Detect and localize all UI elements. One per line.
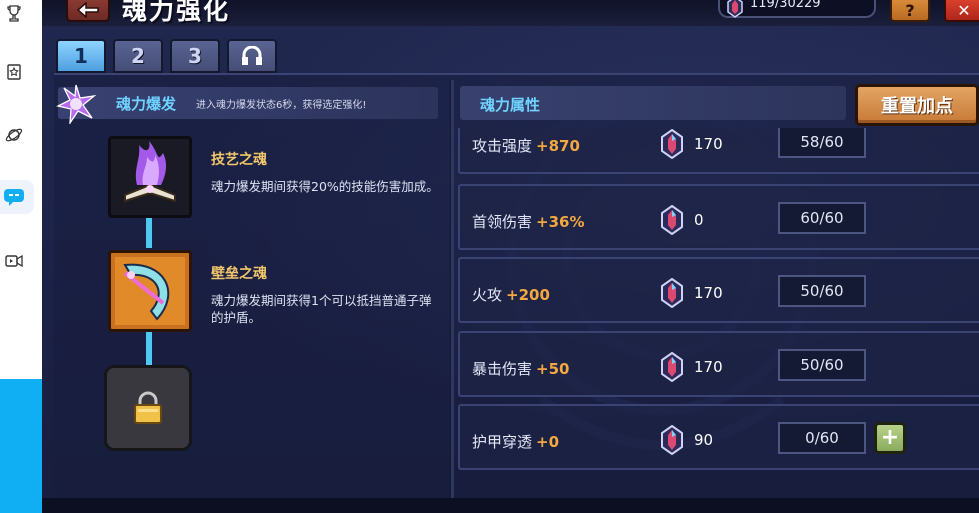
soul-burst-title: 魂力爆发 — [116, 95, 177, 113]
attribute-bonus: +36% — [536, 213, 585, 231]
tab-label: 3 — [188, 44, 202, 68]
attribute-label: 火攻 — [472, 286, 503, 304]
close-icon: ✕ — [957, 0, 971, 20]
tab-2[interactable]: 2 — [113, 39, 163, 73]
crystal-count: 119/30229 — [750, 0, 821, 11]
attribute-row: 暴击伤害 +50 170 50/60 — [458, 331, 979, 397]
attribute-row: 护甲穿透 +0 90 0/60 + — [458, 404, 979, 470]
panel-divider — [450, 80, 454, 500]
soul-crystal-icon — [661, 205, 683, 235]
soul-crystal-icon — [661, 425, 683, 455]
soul-crystal-icon — [661, 278, 683, 308]
attribute-row: 攻击强度 +870 170 58/60 — [458, 128, 979, 174]
video-icon[interactable] — [0, 247, 28, 275]
attribute-label: 暴击伤害 — [472, 360, 533, 378]
attribute-bonus: +50 — [536, 360, 570, 378]
close-button[interactable]: ✕ — [944, 0, 979, 22]
attribute-row: 火攻 +200 170 50/60 — [458, 257, 979, 323]
attribute-level: 58/60 — [778, 128, 866, 158]
game-stage: 魂力强化 119/30229 ? ✕ 1 2 3 魂力爆发 进入魂力爆发状态6秒… — [42, 0, 979, 513]
back-arrow-icon — [77, 2, 99, 18]
soul-burst-description: 进入魂力爆发状态6秒，获得选定强化! — [196, 100, 367, 111]
attribute-cost: 170 — [694, 358, 723, 376]
screen-title: 魂力强化 — [122, 0, 231, 25]
side-rail — [0, 0, 42, 513]
attribute-label: 首领伤害 — [472, 213, 533, 231]
attribute-row: 首领伤害 +36% 0 60/60 — [458, 184, 979, 250]
shield-arc-icon — [115, 257, 185, 325]
back-button[interactable] — [66, 0, 110, 22]
help-icon: ? — [905, 0, 915, 20]
skill-name-bulwark: 壁垒之魂 — [211, 266, 267, 282]
attributes-list: 攻击强度 +870 170 58/60 首领伤害 +36% 0 60/60 火攻 +200 170 5… — [458, 128, 979, 494]
attribute-name: 首领伤害 +36% — [472, 211, 585, 232]
bottom-strip — [42, 498, 979, 513]
help-button[interactable]: ? — [890, 0, 930, 22]
skill-node-locked[interactable] — [104, 365, 192, 451]
skill-desc-bulwark: 魂力爆发期间获得1个可以抵挡普通子弹的护盾。 — [211, 293, 432, 325]
soul-crystal-icon — [661, 129, 683, 159]
tree-connector — [146, 218, 152, 248]
tab-label: 2 — [131, 44, 145, 68]
skill-node-bulwark[interactable] — [108, 250, 192, 332]
attributes-title: 魂力属性 — [480, 96, 541, 114]
soul-crystal-icon — [727, 0, 743, 18]
attribute-cost: 90 — [694, 431, 714, 449]
attribute-cost: 170 — [694, 135, 723, 153]
attribute-name: 火攻 +200 — [472, 284, 550, 305]
attribute-bonus: +200 — [506, 286, 550, 304]
chat-icon[interactable] — [0, 183, 28, 211]
trophy-icon[interactable] — [0, 0, 28, 28]
tree-connector — [146, 330, 152, 366]
soul-burst-icon — [56, 84, 96, 124]
lock-icon — [134, 391, 162, 424]
soul-crystal-icon — [661, 352, 683, 382]
attribute-level: 60/60 — [778, 202, 866, 234]
tab-1[interactable]: 1 — [56, 39, 106, 73]
attribute-level: 50/60 — [778, 275, 866, 307]
tab-label: 1 — [74, 44, 88, 68]
skill-node-technique[interactable] — [108, 136, 192, 218]
reset-points-button[interactable]: 重置加点 — [855, 84, 979, 126]
tab-3[interactable]: 3 — [170, 39, 220, 73]
skill-desc-technique: 魂力爆发期间获得20%的技能伤害加成。 — [211, 179, 439, 194]
attribute-bonus: +870 — [536, 137, 580, 155]
attribute-name: 攻击强度 +870 — [472, 135, 580, 156]
skill-name-technique: 技艺之魂 — [211, 152, 267, 168]
attribute-cost: 0 — [694, 211, 704, 229]
bookmark-icon[interactable] — [0, 58, 28, 86]
attribute-name: 暴击伤害 +50 — [472, 358, 569, 379]
attribute-label: 攻击强度 — [472, 137, 533, 155]
attribute-level: 0/60 — [778, 422, 866, 454]
headset-icon — [242, 46, 262, 65]
spellbook-flame-icon — [124, 141, 176, 203]
attribute-label: 护甲穿透 — [472, 433, 533, 451]
add-point-button[interactable]: + — [874, 422, 906, 454]
rail-blue-footer — [0, 379, 42, 513]
attribute-bonus: +0 — [536, 433, 560, 451]
attribute-level: 50/60 — [778, 349, 866, 381]
attribute-cost: 170 — [694, 284, 723, 302]
crystal-counter: 119/30229 — [718, 0, 876, 18]
planet-icon[interactable] — [0, 121, 28, 149]
attribute-name: 护甲穿透 +0 — [472, 431, 559, 452]
tab-headset[interactable] — [227, 39, 277, 73]
